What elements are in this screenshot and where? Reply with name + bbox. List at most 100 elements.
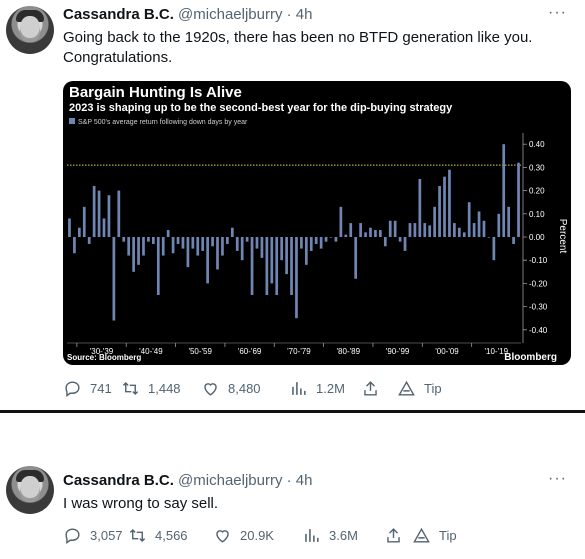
bar <box>423 223 427 237</box>
bar <box>319 237 323 249</box>
share-icon <box>387 528 400 543</box>
tip-button[interactable]: Tip <box>412 526 457 545</box>
bar <box>186 237 190 268</box>
x-tick-label: '90-'99 <box>386 347 410 356</box>
bar <box>438 185 441 237</box>
more-options-icon[interactable]: ··· <box>548 470 567 488</box>
tweet-header: Cassandra B.C. @michaeljburry · 4h <box>63 6 313 23</box>
bar <box>393 220 397 237</box>
view-count: 1.2M <box>316 381 345 396</box>
bar <box>314 237 318 244</box>
bar <box>354 237 358 279</box>
bar <box>171 237 175 254</box>
reply-button[interactable]: 741 <box>63 379 121 398</box>
bar <box>349 223 353 237</box>
bar <box>235 237 239 251</box>
bar <box>166 230 170 237</box>
views-icon <box>292 382 306 395</box>
reply-icon <box>65 528 80 545</box>
tweet-time[interactable]: · 4h <box>287 6 313 23</box>
chart-title: Bargain Hunting Is Alive <box>69 84 242 101</box>
y-tick-label: 0.10 <box>529 210 545 219</box>
x-tick-label: '70-'79 <box>287 347 311 356</box>
author-handle[interactable]: @michaeljburry <box>178 472 282 489</box>
bar <box>324 237 328 242</box>
bar <box>226 237 229 244</box>
bar <box>230 227 234 237</box>
retweet-icon <box>122 381 139 396</box>
retweet-count: 4,566 <box>155 528 188 543</box>
bar <box>290 237 293 295</box>
views-button[interactable]: 1.2M <box>289 379 361 398</box>
retweet-count: 1,448 <box>148 381 181 396</box>
tweet[interactable]: Cassandra B.C. @michaeljburry · 4h ··· G… <box>0 0 585 410</box>
bar <box>201 237 205 251</box>
like-count: 20.9K <box>240 528 274 543</box>
bar <box>102 218 106 237</box>
bar <box>300 237 303 249</box>
retweet-icon <box>129 528 146 543</box>
bar <box>517 162 520 237</box>
views-icon <box>305 529 319 542</box>
bar <box>344 234 348 237</box>
bar <box>142 237 145 256</box>
bar <box>73 237 76 254</box>
bar <box>369 227 372 237</box>
bar <box>379 230 382 237</box>
bar <box>482 220 486 237</box>
like-button[interactable]: 20.9K <box>213 526 302 545</box>
bar <box>467 202 471 237</box>
bar <box>448 169 451 237</box>
tweet-actions: 741 1,448 8,480 1.2M Tip <box>63 379 442 398</box>
reply-icon <box>65 381 80 398</box>
more-options-icon[interactable]: ··· <box>548 4 567 22</box>
bar <box>453 223 456 237</box>
tweet-text: I was wrong to say sell. <box>63 495 219 512</box>
bar <box>477 211 481 237</box>
heart-icon <box>216 530 229 543</box>
bar <box>270 237 274 284</box>
tip-button[interactable]: Tip <box>397 379 442 398</box>
tip-label: Tip <box>439 528 457 543</box>
avatar[interactable] <box>6 466 54 514</box>
author-name[interactable]: Cassandra B.C. <box>63 6 174 23</box>
bar <box>147 237 150 242</box>
retweet-button[interactable]: 1,448 <box>121 379 201 398</box>
bar <box>132 237 135 272</box>
x-tick-label: '00-'09 <box>435 347 459 356</box>
reply-button[interactable]: 3,057 <box>63 526 128 545</box>
bar <box>68 218 71 237</box>
bar <box>191 237 195 249</box>
bar <box>334 237 338 242</box>
tweet-time[interactable]: · 4h <box>287 472 313 489</box>
author-name[interactable]: Cassandra B.C. <box>63 472 174 489</box>
bar <box>304 237 308 265</box>
bar <box>82 206 86 237</box>
bar <box>457 227 461 237</box>
legend-swatch <box>69 118 75 124</box>
tweet[interactable]: Cassandra B.C. @michaeljburry · 4h ··· I… <box>0 452 585 559</box>
bar <box>255 237 259 249</box>
share-button[interactable] <box>384 526 412 545</box>
y-tick-label: 0.00 <box>529 233 545 242</box>
views-button[interactable]: 3.6M <box>302 526 384 545</box>
bar <box>260 237 264 258</box>
author-handle[interactable]: @michaeljburry <box>178 6 282 23</box>
bar <box>152 237 155 244</box>
retweet-button[interactable]: 4,566 <box>128 526 213 545</box>
bar <box>413 223 417 237</box>
avatar[interactable] <box>6 6 54 54</box>
bar <box>428 225 432 237</box>
bar <box>196 237 200 256</box>
bar <box>265 237 269 295</box>
like-button[interactable]: 8,480 <box>201 379 289 398</box>
chart-image[interactable]: Bargain Hunting Is Alive 2023 is shaping… <box>63 81 571 365</box>
share-button[interactable] <box>361 379 397 398</box>
bar <box>309 237 313 251</box>
bar <box>487 237 491 238</box>
x-tick-label: '50-'59 <box>188 347 212 356</box>
bar <box>433 206 436 237</box>
bar <box>502 144 506 237</box>
like-count: 8,480 <box>228 381 261 396</box>
bar <box>383 237 387 247</box>
